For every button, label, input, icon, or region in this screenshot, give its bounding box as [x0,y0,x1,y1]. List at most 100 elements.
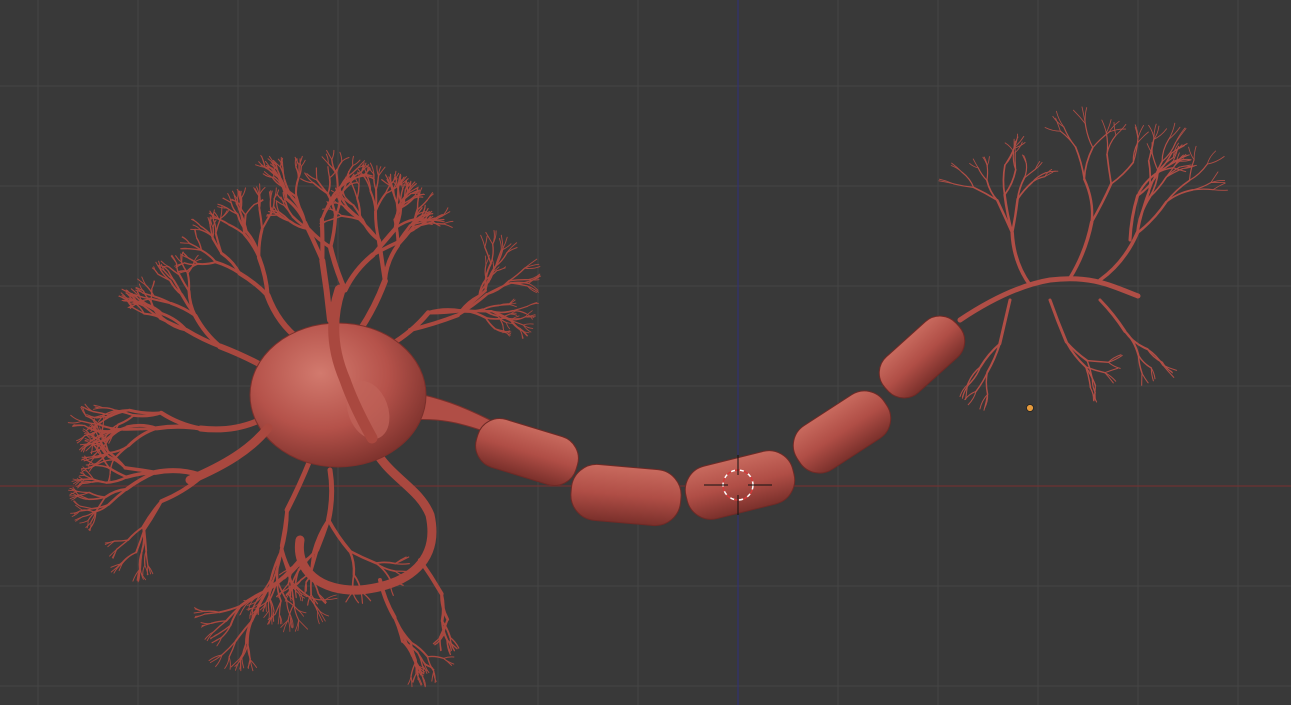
dendrite-branch [170,255,178,264]
dendrite-branch [326,467,335,523]
dendrite-branch [375,175,380,192]
dendrite-branch [70,414,83,422]
dendrite-branch [1083,146,1094,181]
dendrite-branch [373,173,377,192]
dendrite-branch [985,371,989,396]
dendrite-branch [328,214,338,250]
left-dendrite-trunk [185,423,273,485]
dendrite-branch [76,435,86,444]
myelin-segment [878,315,966,399]
3d-viewport[interactable] [0,0,1291,705]
dendrite-branch [204,611,220,615]
dendrite-branch [986,342,1001,374]
dendrite-branch [1084,123,1094,149]
dendrite-branch [1153,128,1168,140]
dendrite-branch [194,613,206,617]
dendrite-branch [315,167,318,181]
dendrite-branch [1151,153,1159,172]
dendrite-branch [485,281,512,296]
myelin-segment [792,390,892,474]
dendrite-branch [241,657,245,669]
dendrite-branch [1106,134,1117,155]
dendrite-branch [113,539,129,542]
dendrite-branch [394,556,410,565]
dendrite-branch [335,161,343,175]
dendrite-branch [1107,354,1123,363]
dendrite-branch [961,171,975,188]
dendrite-branch [508,267,526,282]
dendrite-branch [1044,127,1061,132]
dendrite-branch [102,407,117,412]
dendrite-branch [269,199,273,214]
dendrite-branch [282,166,286,181]
dendrite-branch [240,187,247,199]
lower-dendrite-loop [294,450,437,595]
dendrite-branch [140,526,146,553]
dendrite-branch [431,670,435,682]
dendrite-branch [1165,189,1194,203]
dendrite-branch [508,278,528,282]
dendrite-branch [322,208,332,211]
dendrite-branch [1148,124,1155,139]
dendrite-branch [375,562,396,572]
dendrite-branch [394,563,410,565]
dendrite-branch [268,610,270,620]
dendrite-branch [111,548,118,559]
dendrite-branch [1110,161,1135,185]
dendrite-branch [1212,189,1228,191]
dendrite-branch [197,417,263,433]
dendrite-branch [311,518,331,555]
dendrite-branch [1090,182,1113,224]
dendrite-branch [141,499,163,529]
dendrite-branch [950,165,963,173]
dendrite-branch [196,260,217,266]
dendrite-branch [998,298,1012,346]
dendrite-branch [179,242,190,244]
dendrite-branch [283,619,289,633]
dendrite-branch [142,564,146,576]
dendrite-branch [73,509,83,515]
dendrite-branch [1101,119,1107,134]
dendrite-branch [287,619,291,632]
myelin-segment [684,450,796,520]
dendrite-branch [181,236,190,244]
object-origin-icon[interactable] [1026,404,1034,412]
dendrite-branch [382,243,400,284]
dendrite-branch [319,257,333,323]
dendrite-branch [79,505,93,510]
dendrite-branch [502,236,508,249]
viewport-canvas[interactable] [0,0,1291,705]
neuron-mesh[interactable] [67,106,1228,688]
dendrite-branch [76,490,90,494]
dendrite-branch [200,249,217,264]
dendrite-branch [986,165,989,181]
dendrite-branch [443,657,453,666]
dendrite-branch [204,631,215,640]
dendrite-branch [1013,138,1015,153]
dendrite-branch [1107,354,1122,363]
dendrite-branch [426,655,445,660]
dendrite-branch [228,640,237,658]
dendrite-branch [416,196,420,211]
dendrite-branch [200,622,212,625]
dendrite-branch [1074,146,1086,181]
dendrite-branch [484,255,487,266]
dendrite-branch [266,214,278,216]
dendrite-branch [1108,128,1127,133]
dendrite-branch [979,342,1001,368]
dendrite-branch [339,151,343,163]
dendrite-branch [1107,361,1121,369]
dendrite-branch [505,322,511,330]
dendrite-branch [326,518,352,553]
dendrite-branch [1002,164,1006,196]
dendrite-branch [67,420,83,424]
dendrite-branch [283,204,294,218]
dendrite-branch [509,313,518,316]
dendrite-branch [277,613,280,625]
dendrite-branch [357,278,388,333]
dendrite-branch [1016,176,1026,200]
dendrite-branch [352,155,355,167]
dendrite-branch [412,673,417,683]
dendrite-branch [522,323,534,326]
viewport-grid [0,0,1291,705]
